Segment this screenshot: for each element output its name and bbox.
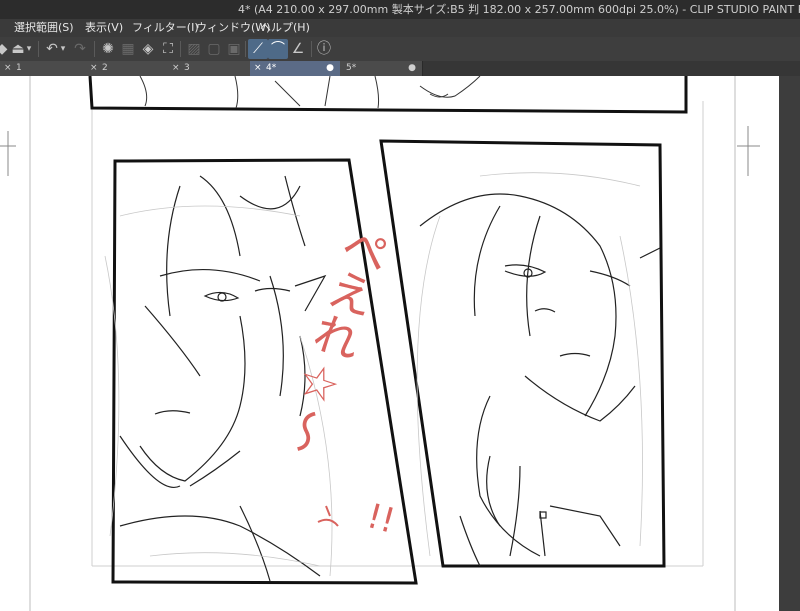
exclaim-text: !!	[363, 496, 400, 542]
menu-selection[interactable]: 選択範囲(S)	[14, 19, 74, 37]
manga-artwork: ぺえれ☆〜 !!	[0, 76, 760, 611]
redo-icon[interactable]: ↷	[70, 39, 90, 59]
modified-icon: ●	[326, 63, 334, 73]
transform-icon[interactable]: ⛶	[158, 39, 178, 59]
tab-bar: × 1 × 2 × 3 × 4* ● 5* ●	[0, 61, 800, 76]
separator	[311, 41, 312, 57]
tab-5[interactable]: 5* ●	[340, 61, 423, 76]
menu-help[interactable]: ヘルプ(H)	[260, 19, 310, 37]
separator	[180, 41, 181, 57]
separator	[245, 41, 246, 57]
help-icon[interactable]: ⓘ	[314, 39, 334, 59]
menu-filter[interactable]: フィルター(I)	[132, 19, 199, 37]
menu-bar: 選択範囲(S) 表示(V) フィルター(I) ウィンドウ(W) ヘルプ(H)	[0, 19, 800, 37]
command-bar: ◆ ⏏ ▾ ↶ ▾ ↷ ✺ ▦ ◈ ⛶ ▨ ▢ ▣ ⟋ ⌒ ∠ ⓘ	[0, 37, 800, 62]
crop-icon[interactable]: ▨	[184, 39, 204, 59]
menu-view[interactable]: 表示(V)	[85, 19, 123, 37]
canvas-area[interactable]: ぺえれ☆〜 !!	[0, 76, 800, 611]
tab-4[interactable]: × 4* ●	[250, 61, 341, 76]
snap-icon[interactable]: ∠	[288, 39, 308, 59]
curve-ruler-icon[interactable]: ⌒	[268, 39, 288, 59]
modified-icon: ●	[408, 63, 416, 73]
tab-2[interactable]: × 2	[86, 61, 177, 76]
separator	[94, 41, 95, 57]
diamond-fill-icon[interactable]: ◈	[138, 39, 158, 59]
title-bar: 4* (A4 210.00 x 297.00mm 製本サイズ:B5 判 182.…	[0, 0, 800, 19]
separator	[38, 41, 39, 57]
loading-icon[interactable]: ✺	[98, 39, 118, 59]
close-icon[interactable]: ×	[254, 61, 262, 76]
close-icon[interactable]: ×	[4, 61, 12, 76]
frame-icon[interactable]: ▢	[204, 39, 224, 59]
chevron-down-icon[interactable]: ▾	[58, 39, 68, 59]
close-icon[interactable]: ×	[90, 61, 98, 76]
tab-3[interactable]: × 3	[168, 61, 259, 76]
frame2-icon[interactable]: ▣	[224, 39, 244, 59]
ruler-icon[interactable]: ⟋	[248, 39, 268, 59]
close-icon[interactable]: ×	[172, 61, 180, 76]
effect-mark	[317, 505, 339, 527]
window-title: 4* (A4 210.00 x 297.00mm 製本サイズ:B5 判 182.…	[238, 3, 800, 16]
chevron-down-icon[interactable]: ▾	[24, 39, 34, 59]
grid-icon[interactable]: ▦	[118, 39, 138, 59]
tab-1[interactable]: × 1	[0, 61, 98, 76]
